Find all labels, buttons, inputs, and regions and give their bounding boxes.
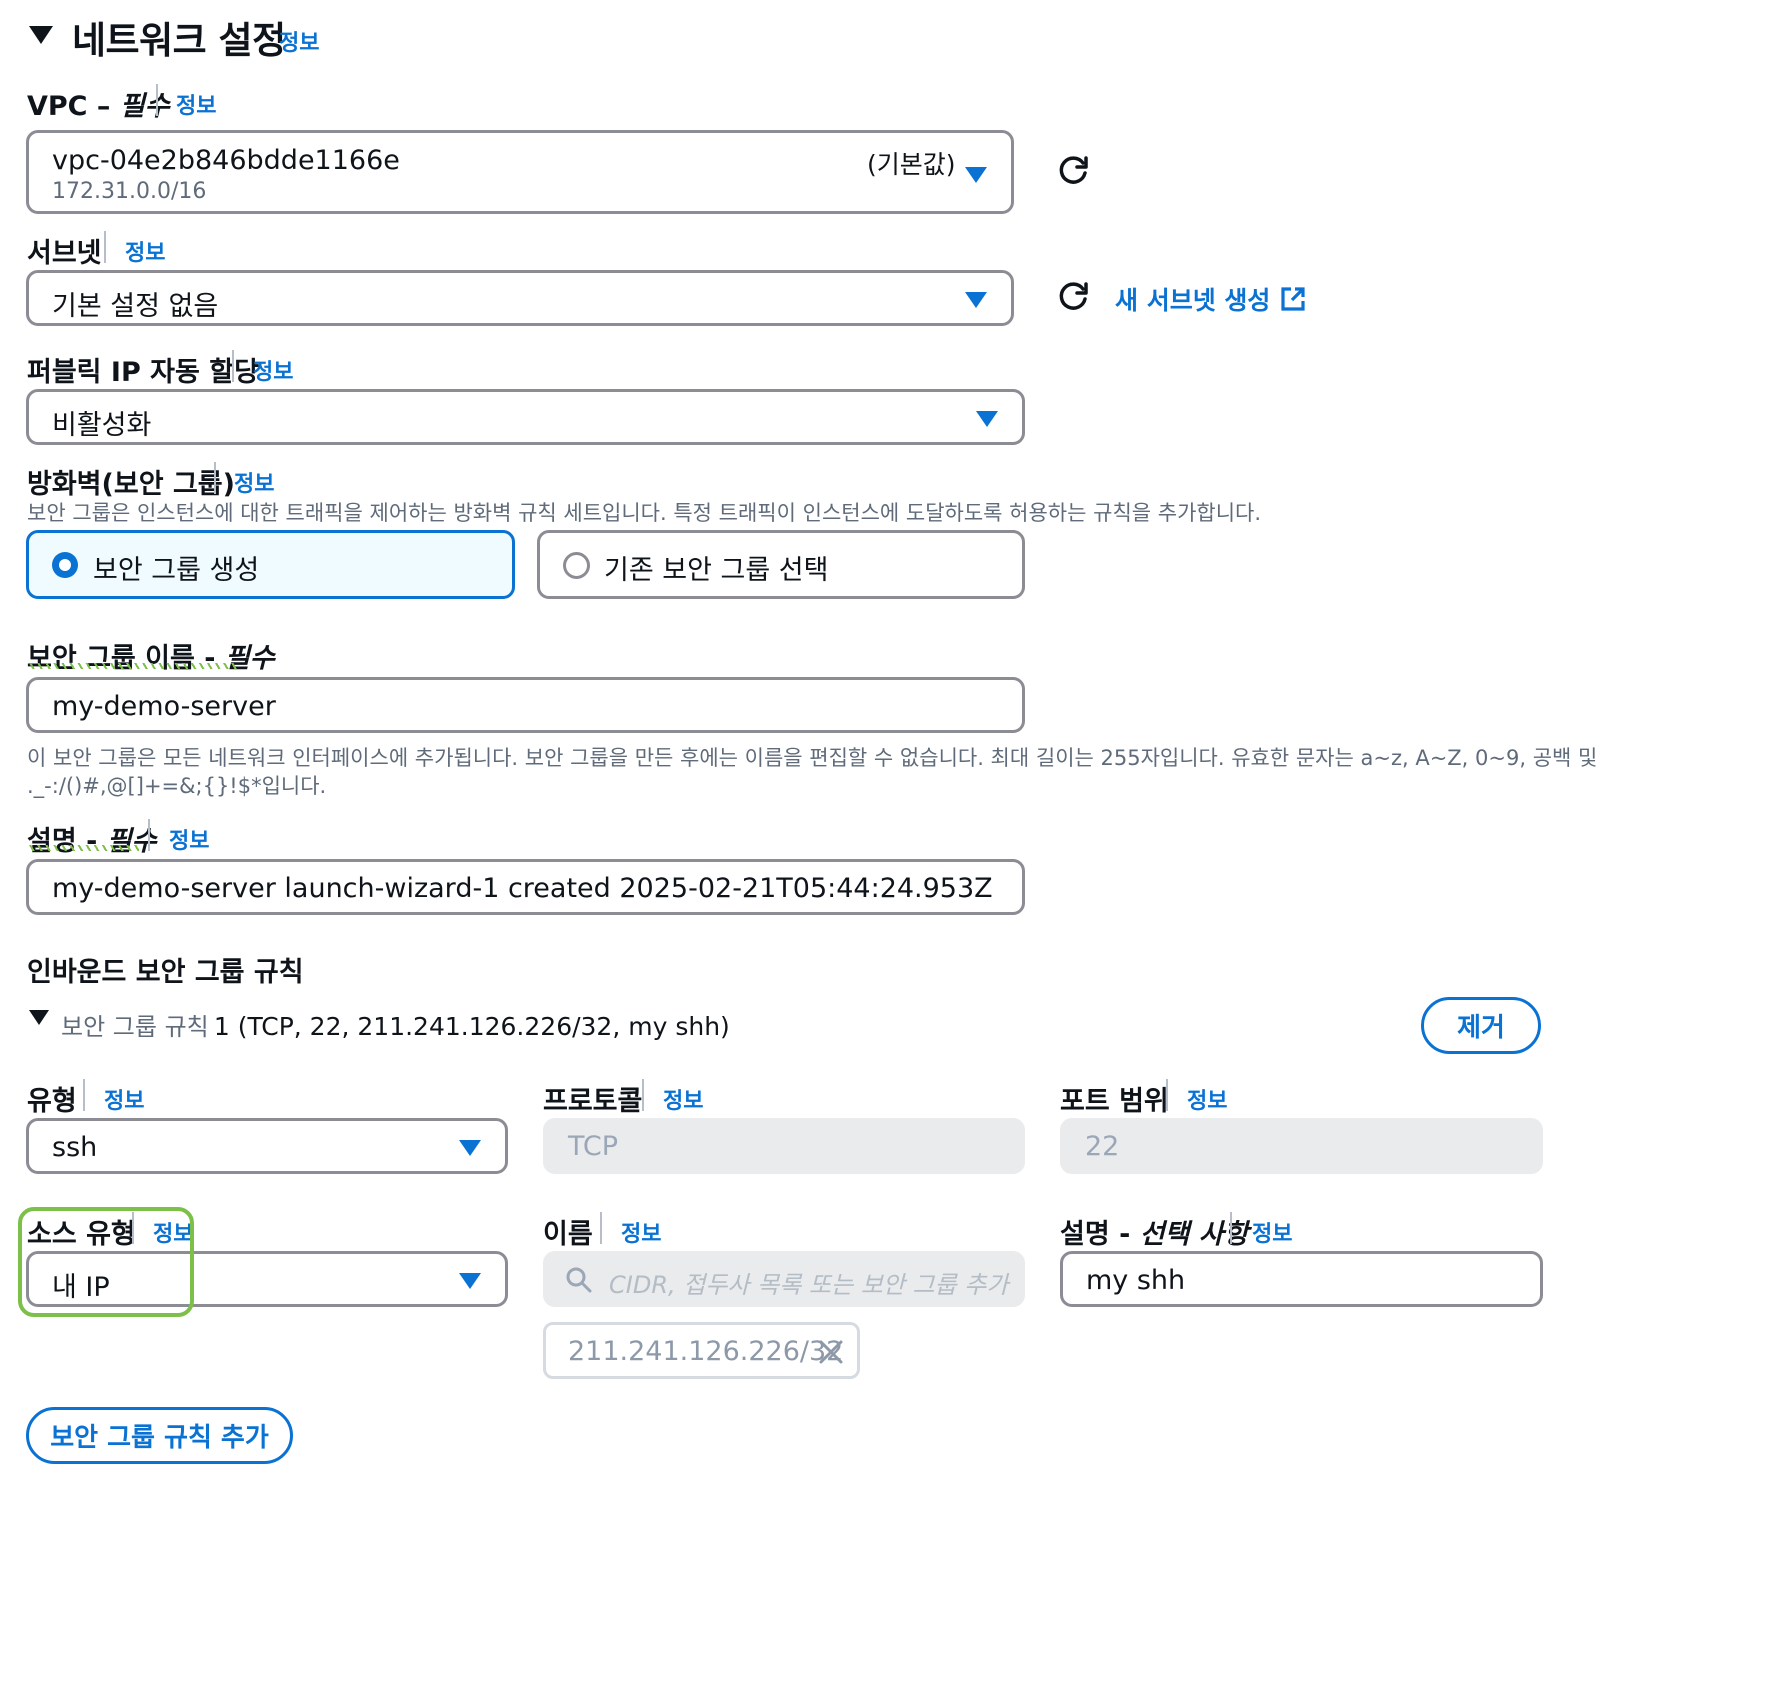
dropdown-caret-icon [459,1140,481,1156]
name-search-input[interactable]: CIDR, 접두사 목록 또는 보안 그룹 추가 [543,1251,1025,1307]
separator [214,462,216,494]
type-info-link[interactable]: 정보 [104,1083,144,1115]
section-title: 네트워크 설정 [72,19,286,62]
cidr-token-value: 211.241.126.226/32 [568,1336,844,1367]
vpc-select[interactable]: vpc-04e2b846bdde1166e 172.31.0.0/16 (기본값… [26,130,1014,214]
rule-summary: 1 (TCP, 22, 211.241.126.226/32, my shh) [213,1012,730,1041]
separator [1230,1212,1232,1244]
rule-prefix: 보안 그룹 규칙 [61,1013,209,1041]
sg-name-help-line2: ._-:/()#,@[]+=&;{}!$*입니다. [27,774,327,798]
rule-desc-input[interactable]: my shh [1060,1251,1543,1307]
add-rule-button[interactable]: 보안 그룹 규칙 추가 [26,1407,293,1464]
cidr-token: 211.241.126.226/32 [543,1322,860,1379]
separator [83,1079,85,1111]
sg-name-input[interactable]: my-demo-server [26,677,1025,733]
create-subnet-link[interactable]: 새 서브넷 생성 [1115,281,1306,317]
name-search-placeholder: CIDR, 접두사 목록 또는 보안 그룹 추가 [609,1271,1009,1299]
subnet-value: 기본 설정 없음 [52,291,219,322]
protocol-field: TCP [543,1118,1025,1174]
radio-create-sg[interactable]: 보안 그룹 생성 [26,530,515,599]
separator [642,1079,644,1111]
sg-name-label-text: 보안 그룹 이름 - [27,643,216,674]
dropdown-caret-icon [976,411,998,427]
subnet-info-link[interactable]: 정보 [125,235,165,267]
firewall-info-link[interactable]: 정보 [234,466,274,498]
optional-marker: 선택 사항 [1139,1219,1249,1250]
rule-desc-label-text: 설명 - [1060,1219,1131,1250]
required-marker: 필수 [119,91,170,122]
sg-name-help-line1: 이 보안 그룹은 모든 네트워크 인터페이스에 추가됩니다. 보안 그룹을 만든… [27,746,1598,770]
public-ip-label: 퍼블릭 IP 자동 할당 [27,357,259,388]
separator [1166,1079,1168,1111]
protocol-label: 프로토콜 [543,1086,643,1117]
vpc-cidr: 172.31.0.0/16 [52,179,207,204]
required-marker: 필수 [224,643,275,674]
rule-collapse-icon[interactable] [29,1010,49,1025]
port-info-link[interactable]: 정보 [1187,1083,1227,1115]
name-label: 이름 [543,1219,593,1250]
inbound-title: 인바운드 보안 그룹 규칙 [27,957,304,988]
remove-rule-button[interactable]: 제거 [1421,997,1541,1054]
separator [104,231,106,263]
type-label: 유형 [27,1086,77,1117]
port-field: 22 [1060,1118,1543,1174]
subnet-select[interactable]: 기본 설정 없음 [26,270,1014,326]
source-type-highlight [18,1207,194,1317]
type-value: ssh [52,1132,98,1163]
sg-desc-label: 설명 - 필수 [27,819,156,858]
sg-desc-info-link[interactable]: 정보 [169,823,209,855]
vpc-value: vpc-04e2b846bdde1166e [52,145,400,176]
collapse-triangle-icon[interactable] [29,26,53,44]
radio-create-sg-label: 보안 그룹 생성 [93,555,260,586]
firewall-label: 방화벽(보안 그룹) [27,469,235,500]
sg-desc-label-text: 설명 - [27,826,98,857]
public-ip-info-link[interactable]: 정보 [253,354,293,386]
port-label: 포트 범위 [1060,1086,1169,1117]
vpc-label-text: VPC – [27,91,111,122]
create-subnet-link-text: 새 서브넷 생성 [1115,286,1271,315]
vpc-label: VPC – 필수 [27,84,170,123]
port-value: 22 [1085,1131,1120,1162]
refresh-icon[interactable] [1056,280,1090,314]
search-icon [566,1267,592,1293]
subnet-label: 서브넷 [27,238,102,269]
external-link-icon [1281,287,1306,311]
sg-desc-input[interactable]: my-demo-server launch-wizard-1 created 2… [26,859,1025,915]
radio-unselected-icon [563,552,590,579]
rule-desc-label: 설명 - 선택 사항 [1060,1212,1248,1251]
sg-name-label: 보안 그룹 이름 - 필수 [27,636,275,675]
highlight-underline [29,663,237,669]
separator [156,84,158,116]
radio-selected-icon [52,552,78,578]
close-icon[interactable] [818,1339,844,1365]
protocol-value: TCP [568,1131,619,1162]
rule-desc-info-link[interactable]: 정보 [1252,1216,1292,1248]
name-info-link[interactable]: 정보 [621,1216,661,1248]
rule-desc-value: my shh [1086,1265,1186,1296]
public-ip-value: 비활성화 [52,410,152,441]
radio-existing-sg[interactable]: 기존 보안 그룹 선택 [537,530,1025,599]
separator [600,1212,602,1244]
vpc-default-tag: (기본값) [867,150,956,179]
sg-name-value: my-demo-server [52,691,276,722]
public-ip-select[interactable]: 비활성화 [26,389,1025,445]
highlight-underline [29,845,139,851]
firewall-description: 보안 그룹은 인스턴스에 대한 트래픽을 제어하는 방화벽 규칙 세트입니다. … [27,501,1262,525]
vpc-info-link[interactable]: 정보 [176,88,216,120]
sg-desc-value: my-demo-server launch-wizard-1 created 2… [52,873,993,904]
refresh-icon[interactable] [1056,154,1090,188]
separator [148,819,150,851]
dropdown-caret-icon [965,292,987,308]
separator [232,350,234,382]
dropdown-caret-icon [965,167,987,183]
dropdown-caret-icon [459,1273,481,1289]
protocol-info-link[interactable]: 정보 [663,1083,703,1115]
type-select[interactable]: ssh [26,1118,508,1174]
rule-header[interactable]: 보안 그룹 규칙 1 (TCP, 22, 211.241.126.226/32,… [61,1007,730,1042]
radio-existing-sg-label: 기존 보안 그룹 선택 [604,555,829,586]
info-link[interactable]: 정보 [279,25,319,57]
